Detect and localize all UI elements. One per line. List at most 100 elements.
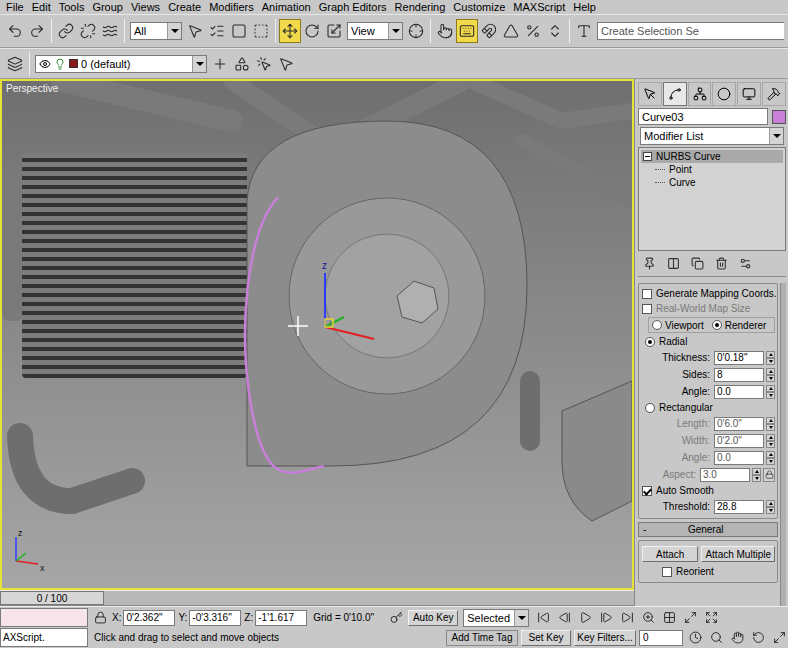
spinner-up-icon[interactable]: [766, 434, 775, 441]
object-color-swatch[interactable]: [772, 110, 786, 124]
radio-button[interactable]: [645, 337, 655, 347]
bind-space-warp-button[interactable]: [99, 19, 121, 43]
menu-item[interactable]: Create: [164, 0, 205, 14]
spinner-snap-button[interactable]: [544, 19, 566, 43]
select-object-button[interactable]: [184, 19, 206, 43]
spinner-down-icon[interactable]: [766, 507, 775, 514]
add-to-layer-button[interactable]: [231, 52, 253, 76]
menu-item[interactable]: Rendering: [391, 0, 450, 14]
reference-coord-dropdown[interactable]: View: [347, 22, 403, 40]
key-target-dropdown[interactable]: Selected: [463, 609, 529, 627]
spinner-field[interactable]: 0'6.0": [714, 417, 764, 431]
radio-option[interactable]: Viewport: [652, 320, 704, 331]
general-rollout-header[interactable]: -General: [638, 522, 778, 537]
key-filters-button[interactable]: Key Filters...: [574, 630, 636, 646]
field-of-view-button[interactable]: [707, 629, 725, 647]
spinner-arrows[interactable]: [766, 434, 775, 448]
checkbox[interactable]: [642, 289, 652, 299]
spinner-up-icon[interactable]: [766, 500, 775, 507]
percent-snap-button[interactable]: [522, 19, 544, 43]
maximize-viewport-button[interactable]: [770, 629, 788, 647]
named-selection-field[interactable]: Create Selection Se: [597, 22, 784, 40]
redo-button[interactable]: [26, 19, 48, 43]
radio-row[interactable]: Rectangular: [642, 400, 775, 415]
link-button[interactable]: [55, 19, 77, 43]
select-and-manipulate-button[interactable]: [434, 19, 456, 43]
spinner-up-icon[interactable]: [766, 451, 775, 458]
rectangular-region-button[interactable]: [228, 19, 250, 43]
spinner-down-icon[interactable]: [766, 392, 775, 399]
select-and-move-button[interactable]: [279, 19, 301, 43]
hierarchy-tab[interactable]: [688, 82, 712, 106]
radio-option[interactable]: Renderer: [712, 320, 767, 331]
select-and-scale-button[interactable]: [323, 19, 345, 43]
next-frame-button[interactable]: [597, 609, 615, 627]
attach-button[interactable]: Attach: [642, 546, 698, 562]
spinner-down-icon[interactable]: [766, 358, 775, 365]
checkbox-row[interactable]: Generate Mapping Coords.: [642, 286, 775, 301]
zoom-extents-all-button[interactable]: [702, 609, 720, 627]
stack-subobject[interactable]: Point: [641, 163, 783, 176]
modifier-list-dropdown[interactable]: Modifier List: [640, 127, 784, 145]
spinner-up-icon[interactable]: [766, 368, 775, 375]
perspective-viewport[interactable]: zzxPerspective: [0, 79, 634, 590]
make-unique-button[interactable]: [686, 254, 708, 274]
modify-tab[interactable]: [663, 82, 687, 106]
selection-filter-dropdown[interactable]: All: [130, 22, 182, 40]
spinner-down-icon[interactable]: [766, 424, 775, 431]
menu-item[interactable]: Group: [88, 0, 127, 14]
time-configuration-button[interactable]: [686, 629, 704, 647]
menu-item[interactable]: Help: [569, 0, 600, 14]
checkbox-row[interactable]: Real-World Map Size: [642, 301, 775, 316]
select-and-rotate-button[interactable]: [301, 19, 323, 43]
create-layer-button[interactable]: [209, 52, 231, 76]
checkbox-row[interactable]: Auto Smooth: [642, 483, 775, 498]
viewport-scene[interactable]: zzx: [2, 81, 632, 588]
spinner-field[interactable]: 3.0: [700, 468, 750, 482]
menu-item[interactable]: Views: [127, 0, 164, 14]
select-by-name-button[interactable]: [206, 19, 228, 43]
window-crossing-button[interactable]: [250, 19, 272, 43]
attach-button[interactable]: Attach Multiple: [701, 546, 775, 562]
spinner-down-icon[interactable]: [766, 375, 775, 382]
menu-item[interactable]: Edit: [28, 0, 55, 14]
spinner-arrows[interactable]: [766, 385, 775, 399]
go-to-end-button[interactable]: [618, 609, 636, 627]
configure-sets-button[interactable]: [734, 254, 756, 274]
remove-modifier-button[interactable]: [710, 254, 732, 274]
utilities-tab[interactable]: [762, 82, 786, 106]
display-tab[interactable]: [737, 82, 761, 106]
menu-item[interactable]: File: [2, 0, 28, 14]
show-end-result-button[interactable]: [662, 254, 684, 274]
keyboard-shortcut-override-button[interactable]: [456, 19, 478, 43]
coordinate-field[interactable]: -0'3.316": [189, 610, 241, 626]
menu-item[interactable]: Customize: [449, 0, 509, 14]
spinner-arrows[interactable]: [752, 468, 761, 482]
spinner-arrows[interactable]: [766, 368, 775, 382]
key-mode-button[interactable]: [387, 609, 405, 627]
maxscript-listener-output[interactable]: [0, 608, 88, 627]
checkbox[interactable]: [642, 304, 652, 314]
add-time-tag[interactable]: Add Time Tag: [446, 630, 518, 646]
coordinate-field[interactable]: -1'1.617: [255, 610, 307, 626]
pan-button[interactable]: [728, 629, 746, 647]
create-tab[interactable]: [638, 82, 662, 106]
motion-tab[interactable]: [712, 82, 736, 106]
spinner-arrows[interactable]: [766, 351, 775, 365]
selection-lock-button[interactable]: [91, 609, 109, 627]
zoom-extents-button[interactable]: [681, 609, 699, 627]
spinner-arrows[interactable]: [766, 500, 775, 514]
spinner-up-icon[interactable]: [766, 351, 775, 358]
unlink-button[interactable]: [77, 19, 99, 43]
menu-item[interactable]: Graph Editors: [315, 0, 391, 14]
pin-stack-button[interactable]: [638, 254, 660, 274]
snaps-toggle-button[interactable]: [478, 19, 500, 43]
object-name-field[interactable]: Curve03: [638, 108, 768, 125]
spinner-arrows[interactable]: [766, 451, 775, 465]
zoom-button[interactable]: [639, 609, 657, 627]
transform-gizmo[interactable]: z: [322, 260, 374, 339]
layer-dropdown[interactable]: 0 (default): [35, 55, 207, 73]
spinner-up-icon[interactable]: [752, 468, 761, 475]
checkbox[interactable]: [662, 567, 672, 577]
selected-curve[interactable]: [245, 197, 324, 473]
